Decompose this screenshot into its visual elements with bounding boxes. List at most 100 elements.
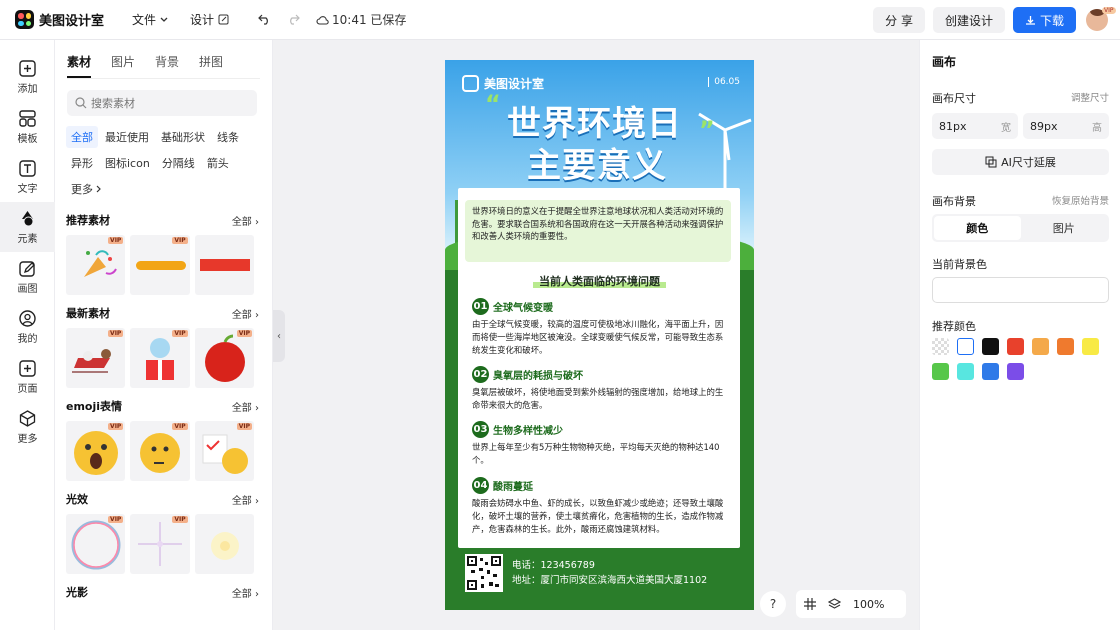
asset-checklist-emoji[interactable]: VIP — [194, 421, 254, 481]
nav-item-draw[interactable]: 画图 — [0, 252, 55, 302]
sleigh-image — [72, 349, 111, 373]
logo-icon — [15, 10, 34, 29]
chip-more[interactable]: 更多 — [66, 178, 107, 200]
see-all-link[interactable]: 全部 › — [232, 306, 259, 321]
width-field[interactable]: 81px 宽 — [932, 113, 1018, 139]
see-all-link[interactable]: 全部 › — [232, 492, 259, 507]
swatch-transparent[interactable] — [932, 338, 949, 355]
chip-arrows[interactable]: 箭头 — [202, 152, 234, 174]
download-button[interactable]: 下载 — [1012, 7, 1076, 33]
nav-item-add[interactable]: 添加 — [0, 52, 55, 102]
nav-item-page[interactable]: 页面 — [0, 352, 55, 402]
see-all-link[interactable]: 全部 › — [232, 213, 259, 228]
issue-text: 世界上每年至少有5万种生物物种灭绝，平均每天灭绝的物种达140个。 — [472, 442, 720, 465]
file-menu[interactable]: 文件 — [127, 7, 173, 32]
asset-bubble[interactable]: VIP — [66, 514, 126, 574]
see-all-link[interactable]: 全部 › — [232, 585, 259, 600]
tab-collage[interactable]: 拼图 — [199, 53, 223, 78]
chevron-right-icon — [96, 185, 101, 193]
tab-backgrounds[interactable]: 背景 — [155, 53, 179, 78]
create-design-button[interactable]: 创建设计 — [932, 7, 1005, 33]
asset-party-popper[interactable]: VIP — [66, 235, 126, 295]
asset-gift-box[interactable]: VIP — [130, 328, 190, 388]
asset-shocked-emoji[interactable]: VIP — [66, 421, 126, 481]
chip-irregular[interactable]: 异形 — [66, 152, 98, 174]
swatch-white[interactable] — [957, 338, 974, 355]
poster-intro: 世界环境日的意义在于提醒全世界注意地球状况和人类活动对环境的危害。要求联合国系统… — [465, 200, 731, 262]
chip-dividers[interactable]: 分隔线 — [157, 152, 200, 174]
chip-all[interactable]: 全部 — [66, 126, 98, 148]
plus-square-icon — [19, 59, 36, 77]
vip-badge: VIP — [108, 237, 124, 244]
height-field[interactable]: 89px 高 — [1023, 113, 1109, 139]
see-all-link[interactable]: 全部 › — [232, 399, 259, 414]
collapse-panel-button[interactable]: ‹ — [273, 310, 285, 362]
party-popper-image — [84, 250, 117, 277]
zoom-level[interactable]: 100% — [853, 598, 884, 611]
chip-recent[interactable]: 最近使用 — [100, 126, 154, 148]
asset-thinking-emoji[interactable]: VIP — [130, 421, 190, 481]
glow-image — [210, 532, 239, 560]
resize-icon — [985, 156, 997, 168]
nav-item-mine[interactable]: 我的 — [0, 302, 55, 352]
open-quote-glyph: “ — [485, 90, 501, 118]
asset-glow[interactable] — [194, 514, 254, 574]
tab-materials[interactable]: 素材 — [67, 53, 92, 78]
pencil-icon — [19, 260, 35, 277]
app-logo[interactable]: 美图设计室 — [15, 10, 115, 29]
asset-apple[interactable]: VIP — [194, 328, 254, 388]
search-box[interactable] — [67, 90, 257, 116]
template-icon — [19, 109, 36, 127]
layers-button[interactable] — [828, 598, 841, 610]
swatch-orange-light[interactable] — [1032, 338, 1049, 355]
section-title: emoji表情 — [66, 400, 123, 413]
tab-images[interactable]: 图片 — [111, 53, 135, 78]
nav-item-text[interactable]: 文字 — [0, 152, 55, 202]
swatch-purple[interactable] — [1007, 363, 1024, 380]
poster-issue: 04 酸雨蔓延 酸雨会妨碍水中鱼、虾的成长，以致鱼虾减少或绝迹；还导致土壤酸化，破… — [472, 477, 730, 536]
asset-red-bar[interactable] — [194, 235, 254, 295]
current-color-picker[interactable] — [932, 277, 1109, 303]
issue-number: 03 — [472, 421, 489, 438]
swatch-green[interactable] — [932, 363, 949, 380]
chevron-left-icon: ‹ — [277, 330, 281, 342]
canvas-size-label: 画布尺寸 — [932, 92, 976, 105]
poster-canvas[interactable]: 美图设计室 06.05 “ 世界环境日 主要意义 ” 世界环境日的意义在于提醒全… — [445, 60, 754, 610]
swatch-red[interactable] — [1007, 338, 1024, 355]
issue-number: 04 — [472, 477, 489, 494]
bubble-image — [71, 520, 121, 570]
nav-item-more[interactable]: 更多 — [0, 402, 55, 452]
search-input[interactable] — [91, 96, 241, 110]
design-menu[interactable]: 设计 — [185, 7, 234, 32]
swatch-cyan[interactable] — [957, 363, 974, 380]
vip-badge: VIP — [172, 516, 188, 523]
asset-sleigh[interactable]: VIP — [66, 328, 126, 388]
asset-brush-stroke[interactable]: VIP — [130, 235, 190, 295]
nav-item-template[interactable]: 模板 — [0, 102, 55, 152]
download-icon — [1025, 15, 1035, 25]
undo-icon — [258, 14, 268, 25]
share-button[interactable]: 分 享 — [873, 7, 925, 33]
adjust-size-link[interactable]: 调整尺寸 — [1071, 90, 1109, 106]
nav-item-elements[interactable]: 元素 — [0, 202, 55, 252]
swatch-yellow[interactable] — [1082, 338, 1099, 355]
tab-image[interactable]: 图片 — [1021, 216, 1108, 240]
undo-button[interactable] — [258, 14, 271, 25]
ai-extend-button[interactable]: AI尺寸延展 — [932, 149, 1109, 175]
chip-basic-shapes[interactable]: 基础形状 — [156, 126, 210, 148]
vip-badge: VIP — [172, 423, 188, 430]
help-button[interactable]: ? — [760, 591, 786, 617]
asset-sparkle[interactable]: VIP — [130, 514, 190, 574]
grid-button[interactable] — [804, 598, 816, 610]
chip-icons[interactable]: 图标icon — [100, 152, 155, 174]
chip-lines[interactable]: 线条 — [212, 126, 244, 148]
tab-color[interactable]: 颜色 — [934, 216, 1021, 240]
swatch-orange[interactable] — [1057, 338, 1074, 355]
restore-bg-link[interactable]: 恢复原始背景 — [1052, 193, 1109, 209]
nav-label: 模板 — [17, 133, 38, 145]
redo-button[interactable] — [287, 14, 300, 25]
swatch-blue[interactable] — [982, 363, 999, 380]
issue-number: 01 — [472, 298, 489, 315]
swatch-black[interactable] — [982, 338, 999, 355]
see-all-label: 全部 — [231, 495, 252, 507]
